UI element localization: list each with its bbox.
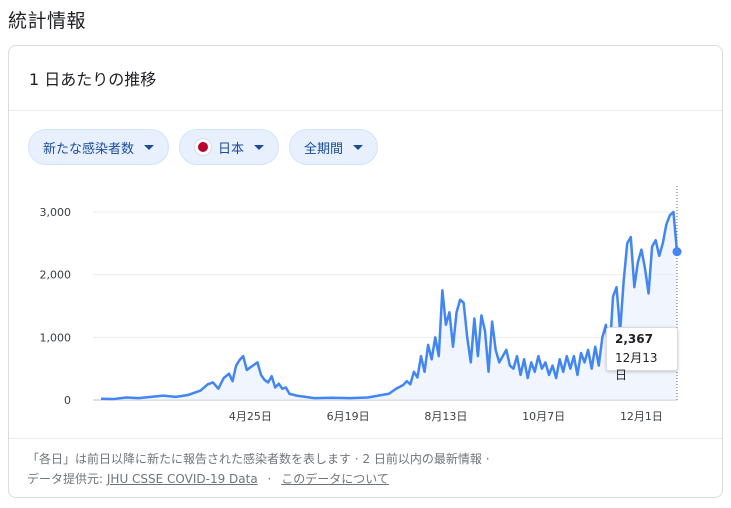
- x-tick-label: 10月7日: [522, 410, 565, 423]
- caret-down-icon: [353, 144, 364, 150]
- y-tick-label: 0: [64, 394, 71, 407]
- x-tick-label: 8月13日: [424, 410, 467, 423]
- source-link[interactable]: JHU CSSE COVID-19 Data: [107, 472, 258, 486]
- caret-down-icon: [144, 144, 155, 150]
- card-title: 1 日あたりの推移: [9, 46, 722, 111]
- tooltip-value: 2,367: [615, 332, 653, 346]
- highlight-point: [672, 247, 682, 257]
- caret-down-icon: [254, 144, 265, 150]
- daily-cases-chart[interactable]: 0 1,000 2,000 3,000 4月25日 6月19日 8月13日 10月7日 12月1…: [9, 176, 722, 438]
- source-prefix: データ提供元:: [27, 472, 104, 486]
- y-tick-label: 2,000: [40, 269, 72, 282]
- footer-source: データ提供元: JHU CSSE COVID-19 Data · このデータにつ…: [27, 469, 704, 489]
- page-title: 統計情報: [8, 10, 87, 32]
- tooltip-date: 12月13日: [615, 351, 658, 382]
- x-tick-label: 6月19日: [327, 410, 370, 423]
- metric-dropdown-label: 新たな感染者数: [43, 141, 135, 157]
- region-dropdown-label: 日本: [218, 141, 245, 157]
- japan-flag-icon: [194, 138, 213, 156]
- chart-footer: 「各日」は前日以降に新たに報告された感染者数を表します · 2 日前以内の最新情…: [9, 438, 722, 489]
- region-dropdown[interactable]: 日本: [179, 129, 280, 165]
- footer-note: 「各日」は前日以降に新たに報告された感染者数を表します · 2 日前以内の最新情…: [27, 452, 490, 466]
- filter-bar: 新たな感染者数 日本 全期間: [28, 129, 379, 165]
- about-data-link[interactable]: このデータについて: [281, 472, 389, 486]
- period-dropdown-label: 全期間: [304, 141, 344, 157]
- footer-separator: ·: [267, 472, 272, 486]
- period-dropdown[interactable]: 全期間: [289, 129, 379, 165]
- x-tick-label: 12月1日: [620, 410, 663, 423]
- x-tick-label: 4月25日: [229, 410, 272, 423]
- y-tick-label: 1,000: [40, 331, 72, 344]
- y-tick-label: 3,000: [40, 206, 72, 219]
- metric-dropdown[interactable]: 新たな感染者数: [28, 129, 170, 165]
- chart-tooltip: 2,367 12月13日: [606, 327, 678, 382]
- cases-area: [101, 212, 677, 400]
- stats-card: 1 日あたりの推移 新たな感染者数 日本 全期間 0 1,000 2,000 3,00…: [8, 45, 723, 498]
